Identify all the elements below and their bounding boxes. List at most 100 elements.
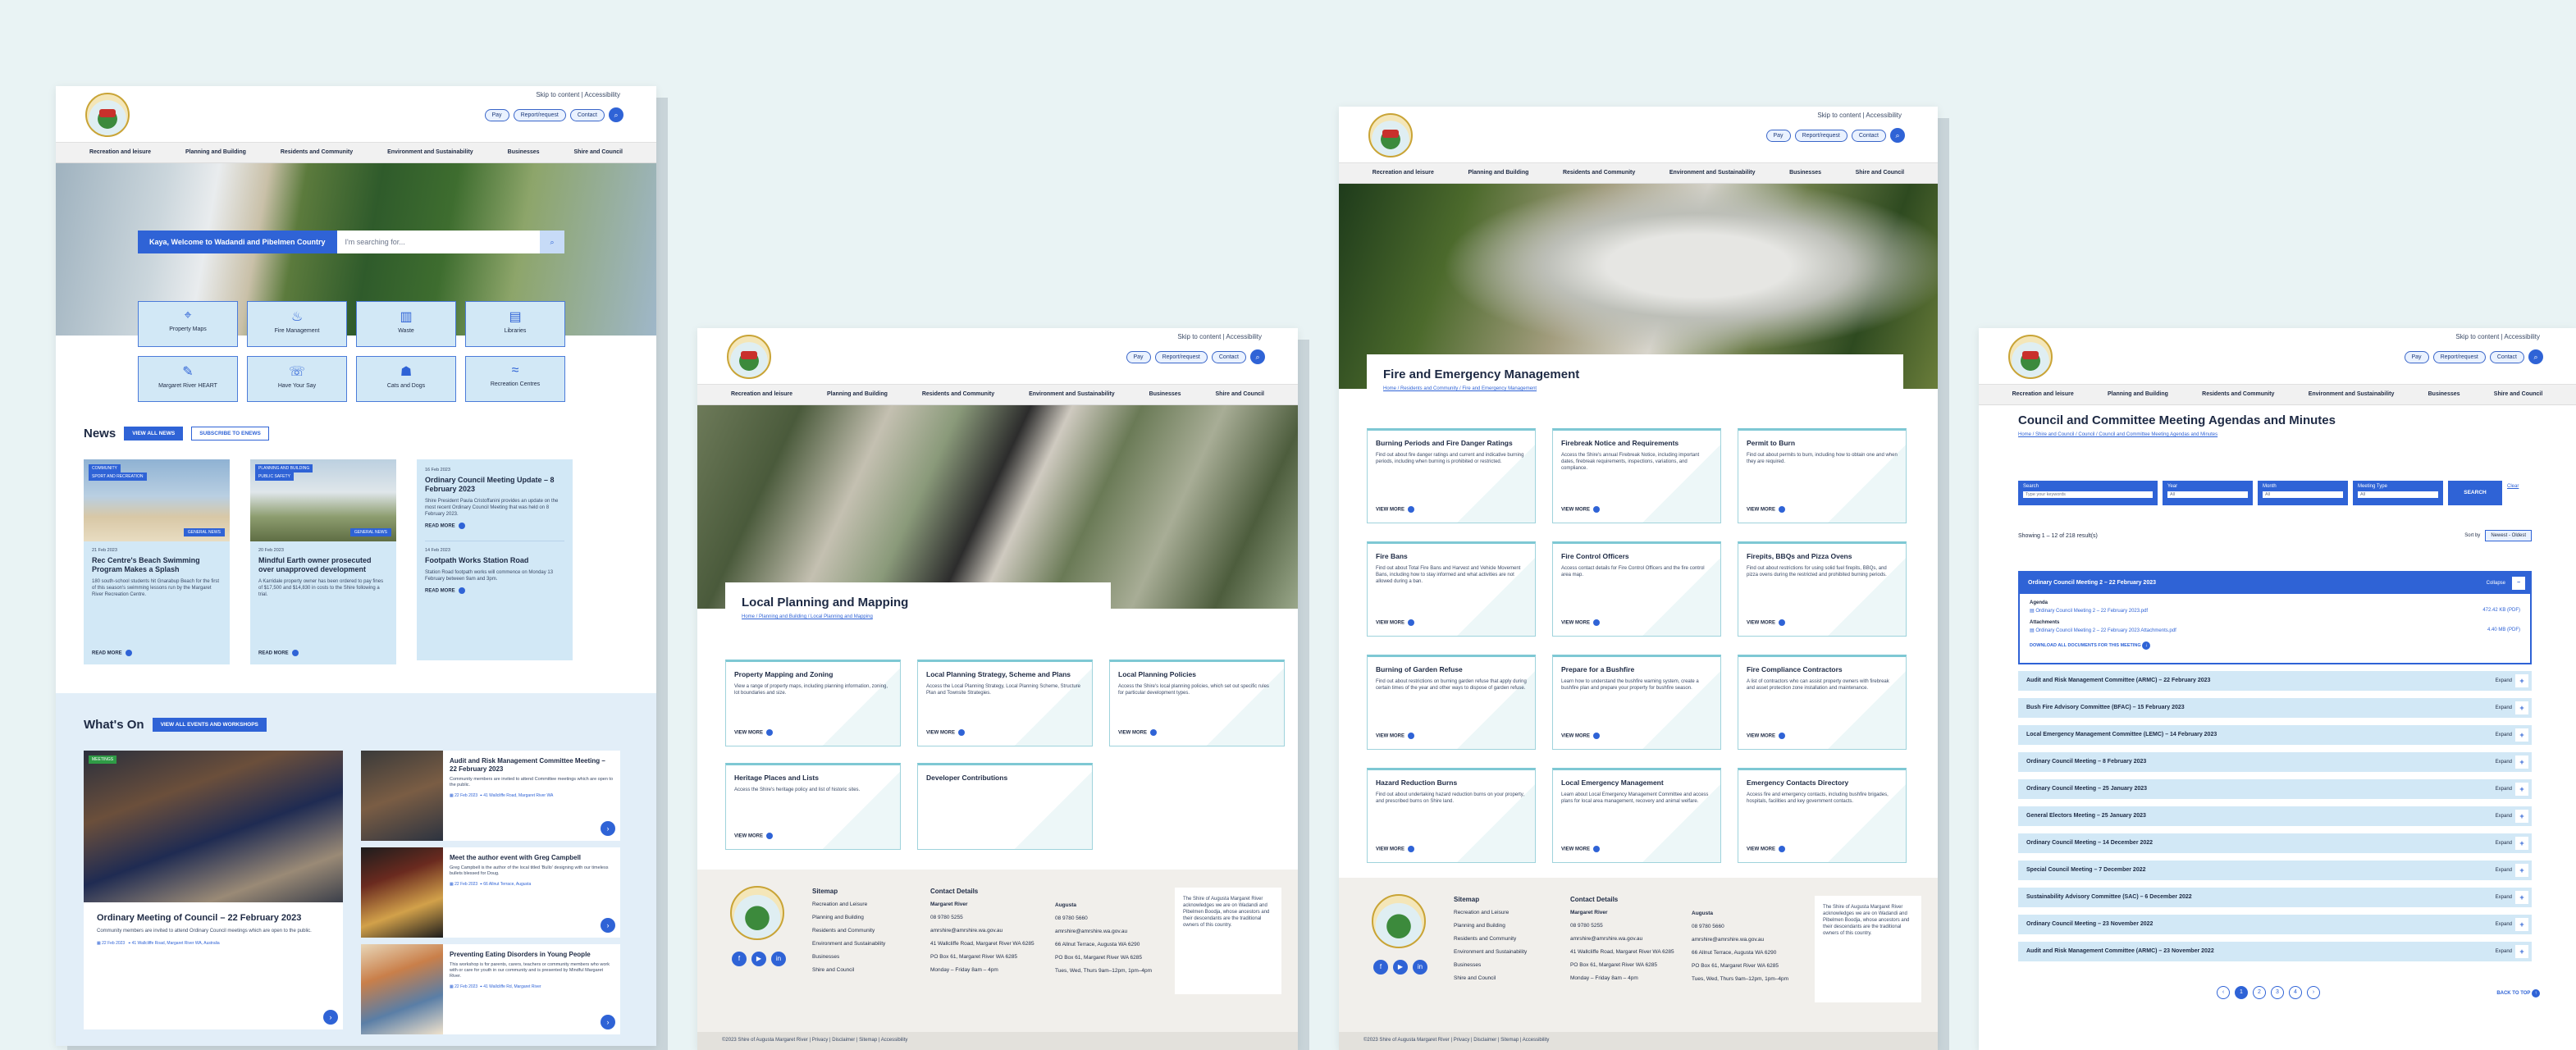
plus-icon[interactable]: + [2515,864,2528,877]
quick-link-property-maps[interactable]: ⌖ Property Maps [138,301,238,347]
plus-icon[interactable]: + [2515,810,2528,823]
expand-label[interactable]: Expand [2496,833,2512,853]
link-card[interactable]: Burning Periods and Fire Danger Ratings F… [1367,428,1536,523]
footer-link[interactable]: Planning and Building [1454,923,1527,929]
nav-item-shire[interactable]: Shire and Council [2494,391,2543,398]
attachment-file-link[interactable]: Ordinary Council Meeting 2 – 22 February… [2035,628,2176,633]
nav-item-planning[interactable]: Planning and Building [1468,170,1528,176]
shire-logo[interactable] [85,93,130,137]
quick-link-libraries[interactable]: ▤ Libraries [465,301,565,347]
quick-link-cats-dogs[interactable]: ☗ Cats and Dogs [356,356,456,402]
prev-page-icon[interactable]: ‹ [2217,986,2230,999]
facebook-icon[interactable]: f [732,952,747,966]
view-more-link[interactable]: VIEW MORE [1747,619,1786,626]
link-card[interactable]: Fire Bans Find out about Total Fire Bans … [1367,541,1536,637]
event-card[interactable]: Meet the author event with Greg Campbell… [361,847,620,938]
nav-item-recreation[interactable]: Recreation and leisure [89,149,151,156]
view-more-link[interactable]: VIEW MORE [734,833,774,839]
meeting-accordion[interactable]: Ordinary Council Meeting – 8 February 20… [2018,752,2532,772]
view-more-link[interactable]: VIEW MORE [1561,506,1601,513]
footer-link[interactable]: Environment and Sustainability [1454,949,1527,955]
meeting-type-select[interactable]: Meeting Type All [2353,481,2443,505]
shire-logo[interactable] [2008,335,2053,379]
nav-item-businesses[interactable]: Businesses [1789,170,1821,176]
nav-item-residents[interactable]: Residents and Community [1563,170,1635,176]
meeting-accordion[interactable]: Bush Fire Advisory Committee (BFAC) – 15… [2018,698,2532,718]
plus-icon[interactable]: + [2515,674,2528,687]
view-more-link[interactable]: VIEW MORE [1376,619,1415,626]
page-3[interactable]: 3 [2271,986,2284,999]
link-card[interactable]: Prepare for a Bushfire Learn how to under… [1552,655,1721,750]
nav-item-recreation[interactable]: Recreation and leisure [731,391,792,398]
year-value[interactable]: All [2167,491,2248,498]
nav-item-recreation[interactable]: Recreation and leisure [1372,170,1434,176]
quick-link-heart[interactable]: ✎ Margaret River HEART [138,356,238,402]
search-field[interactable]: Type your keywords [2023,491,2153,498]
breadcrumb[interactable]: Home / Residents and Community / Fire an… [1383,386,1887,391]
report-request-button[interactable]: Report/request [2432,350,2486,363]
nav-item-planning[interactable]: Planning and Building [2108,391,2168,398]
contact-button[interactable]: Contact [569,108,605,121]
plus-icon[interactable]: + [2515,891,2528,904]
pay-button[interactable]: Pay [484,108,509,121]
link-card[interactable]: Local Emergency Management Learn about Lo… [1552,768,1721,863]
view-more-link[interactable]: VIEW MORE [1376,846,1415,852]
shire-logo[interactable] [727,335,771,379]
nav-item-planning[interactable]: Planning and Building [827,391,888,398]
news-card[interactable]: 16 Feb 2023 Ordinary Council Meeting Upd… [417,459,573,660]
pay-button[interactable]: Pay [1765,129,1791,142]
back-to-top-link[interactable]: BACK TO TOP ↑ [2496,989,2540,998]
arrow-right-icon[interactable]: › [601,821,615,836]
next-page-icon[interactable]: › [2307,986,2320,999]
nav-item-shire[interactable]: Shire and Council [1856,170,1905,176]
breadcrumb[interactable]: Home / Planning and Building / Local Pla… [742,614,1094,619]
skip-links[interactable]: Skip to content | Accessibility [1817,112,1902,119]
search-icon[interactable]: ⌕ [1250,349,1265,364]
news-title[interactable]: Footpath Works Station Road [425,556,564,565]
view-all-news-button[interactable]: VIEW ALL NEWS [124,427,184,441]
quick-link-recreation[interactable]: ≈ Recreation Centres [465,356,565,402]
plus-icon[interactable]: + [2515,918,2528,931]
link-card[interactable]: Firebreak Notice and Requirements Access … [1552,428,1721,523]
search-icon[interactable]: ⌕ [2528,349,2543,364]
meeting-accordion[interactable]: Ordinary Council Meeting – 14 December 2… [2018,833,2532,853]
news-card[interactable]: COMMUNITY SPORT AND RECREATION GENERAL N… [84,459,230,664]
footer-link[interactable]: Businesses [1454,962,1527,968]
view-more-link[interactable]: VIEW MORE [1561,733,1601,739]
link-card[interactable]: Local Planning Strategy, Scheme and Plan… [917,660,1093,746]
quick-link-have-your-say[interactable]: ☏ Have Your Say [247,356,347,402]
youtube-icon[interactable]: ▶ [1393,960,1408,975]
meeting-accordion[interactable]: General Electors Meeting – 25 January 20… [2018,806,2532,826]
meeting-accordion[interactable]: Sustainability Advisory Committee (SAC) … [2018,888,2532,907]
expand-label[interactable]: Expand [2496,779,2512,799]
event-title[interactable]: Preventing Eating Disorders in Young Peo… [450,951,614,959]
link-card[interactable]: Heritage Places and Lists Access the Shir… [725,763,901,850]
month-select[interactable]: Month All [2258,481,2348,505]
search-submit-icon[interactable]: ⌕ [540,231,564,253]
meeting-type-value[interactable]: All [2358,491,2438,498]
read-more-link[interactable]: READ MORE [425,523,564,529]
search-icon[interactable]: ⌕ [1890,128,1905,143]
phone[interactable]: 08 9780 5255 [930,915,1045,920]
view-more-link[interactable]: VIEW MORE [1747,733,1786,739]
view-more-link[interactable]: VIEW MORE [734,729,774,736]
collapse-label[interactable]: Collapse [2487,573,2505,594]
view-more-link[interactable]: VIEW MORE [1376,733,1415,739]
link-card[interactable]: Property Mapping and Zoning View a range … [725,660,901,746]
footer-link[interactable]: Residents and Community [812,928,885,934]
nav-item-shire[interactable]: Shire and Council [1216,391,1265,398]
news-title[interactable]: Mindful Earth owner prosecuted over unap… [258,556,388,574]
email[interactable]: amrshire@amrshire.wa.gov.au [1570,936,1685,942]
year-select[interactable]: Year All [2163,481,2253,505]
meeting-accordion[interactable]: Audit and Risk Management Committee (ARM… [2018,942,2532,961]
agenda-file-link[interactable]: Ordinary Council Meeting 2 – 22 February… [2035,609,2148,614]
page-4[interactable]: 4 [2289,986,2302,999]
footer-link[interactable]: Environment and Sustainability [812,941,885,947]
report-request-button[interactable]: Report/request [513,108,566,121]
nav-item-environment[interactable]: Environment and Sustainability [387,149,473,156]
sort-select[interactable]: Newest - Oldest [2485,530,2532,541]
month-value[interactable]: All [2263,491,2343,498]
plus-icon[interactable]: + [2515,783,2528,796]
nav-item-businesses[interactable]: Businesses [1149,391,1181,398]
footer-link[interactable]: Recreation and Leisure [1454,910,1527,915]
